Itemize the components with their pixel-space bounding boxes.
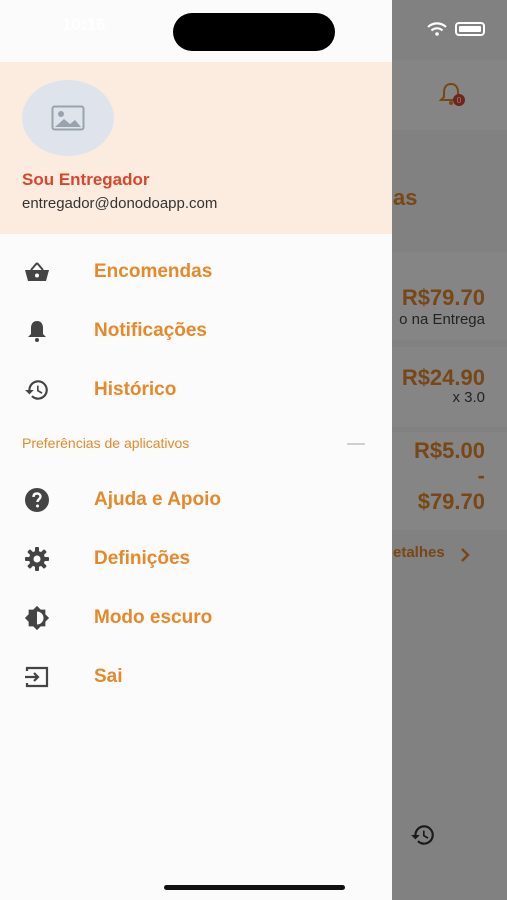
battery-icon	[455, 22, 485, 36]
basket-icon	[24, 259, 50, 285]
navigation-drawer: Sou Entregador entregador@donodoapp.com …	[0, 0, 392, 900]
menu-label: Modo escuro	[94, 607, 213, 628]
logout-icon	[24, 664, 50, 690]
section-title: Preferências de aplicativos	[22, 435, 190, 451]
user-name: Sou Entregador	[22, 170, 150, 189]
user-email: entregador@donodoapp.com	[22, 195, 218, 212]
menu-label: Histórico	[94, 379, 177, 400]
menu-item-history[interactable]: Histórico	[0, 365, 392, 415]
home-indicator[interactable]	[164, 885, 345, 890]
dynamic-island	[173, 13, 335, 51]
gear-icon	[24, 546, 50, 572]
bell-icon	[24, 318, 50, 344]
status-icons	[427, 22, 485, 36]
section-divider	[347, 443, 365, 445]
menu-label: Ajuda e Apoio	[94, 489, 222, 510]
menu-label: Notificações	[94, 320, 207, 341]
menu-item-notifications[interactable]: Notificações	[0, 306, 392, 356]
history-icon	[24, 377, 50, 403]
menu-item-orders[interactable]: Encomendas	[0, 247, 392, 297]
avatar[interactable]	[22, 80, 114, 156]
image-placeholder-icon	[51, 105, 85, 131]
status-time: 10:16	[62, 15, 106, 34]
menu-label: Encomendas	[94, 261, 213, 282]
brightness-icon	[24, 605, 50, 631]
menu-item-dark-mode[interactable]: Modo escuro	[0, 593, 392, 643]
menu-item-help[interactable]: Ajuda e Apoio	[0, 475, 392, 525]
menu-label: Definições	[94, 548, 191, 569]
menu-label: Sai	[94, 666, 123, 687]
menu-item-logout[interactable]: Sai	[0, 652, 392, 702]
menu-item-settings[interactable]: Definições	[0, 534, 392, 584]
wifi-icon	[427, 22, 447, 36]
help-icon	[24, 487, 50, 513]
